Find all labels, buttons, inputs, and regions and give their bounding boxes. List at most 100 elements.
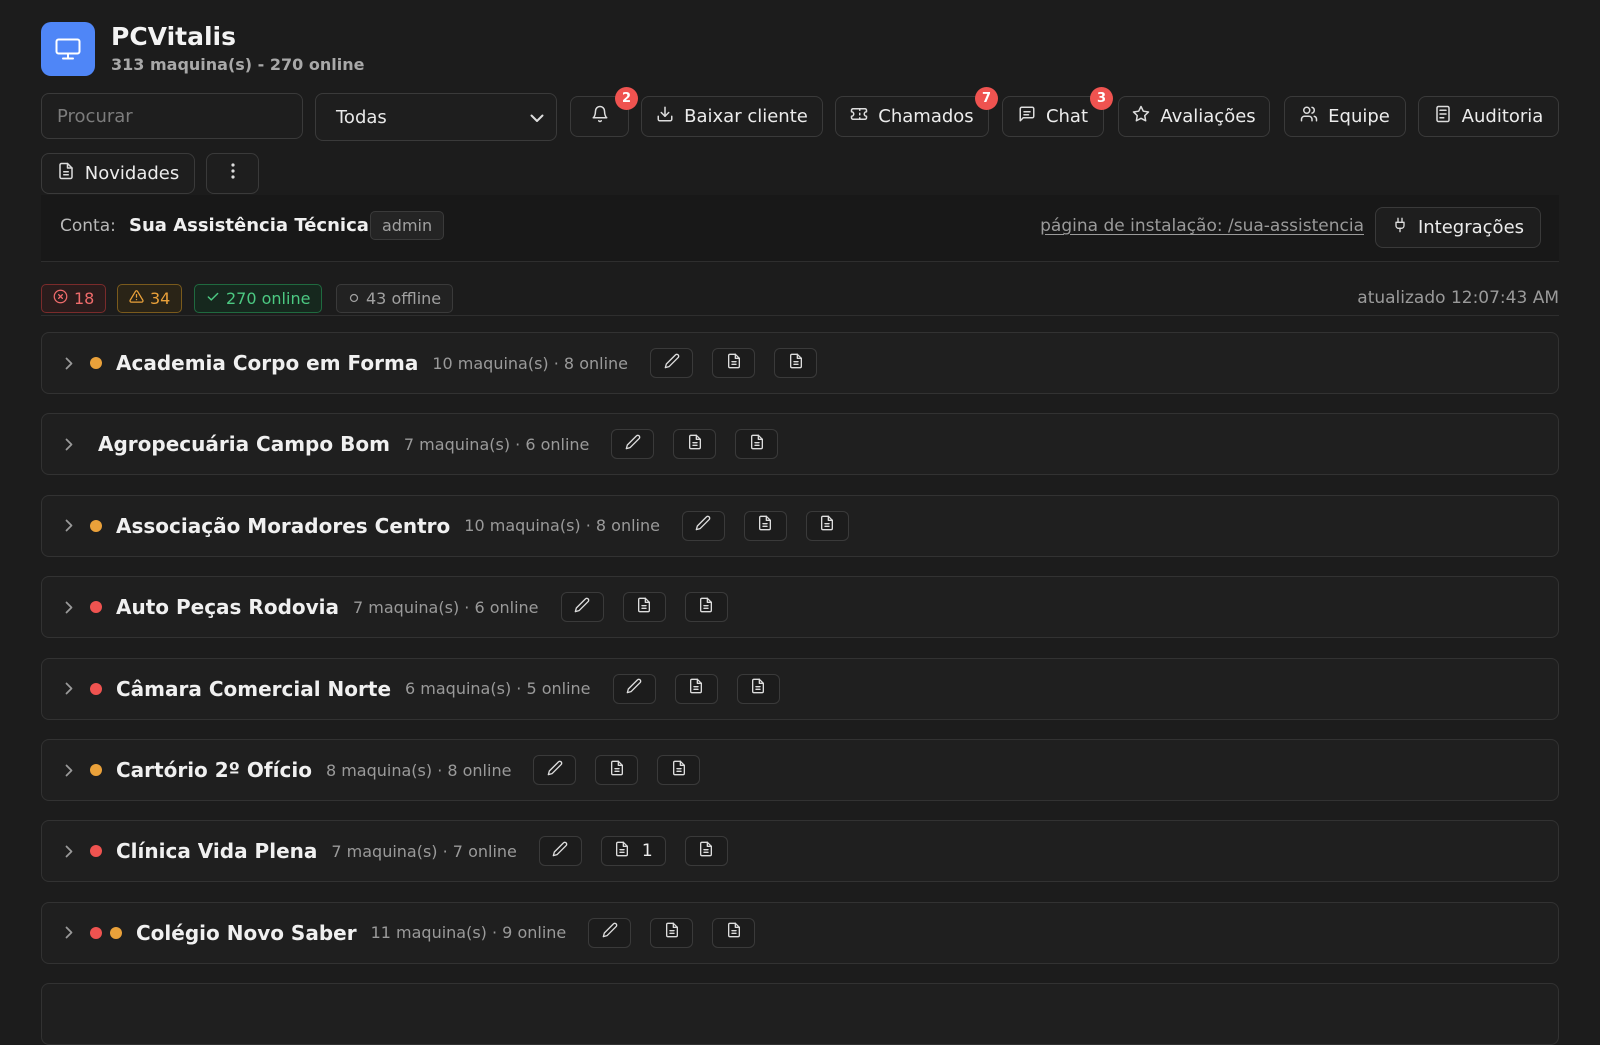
pencil-icon [664, 353, 680, 374]
team-label: Equipe [1328, 106, 1390, 127]
edit-group-button[interactable] [538, 836, 582, 867]
filter-select[interactable]: Todas [315, 93, 557, 141]
group-report-button[interactable] [622, 592, 666, 623]
chevron-right-icon[interactable] [62, 438, 76, 451]
more-vertical-icon [230, 162, 236, 185]
edit-group-button[interactable] [560, 592, 604, 623]
toolbar-secondary: Novidades [41, 153, 1559, 195]
notifications-button[interactable]: 2 [570, 87, 638, 137]
client-group-row[interactable]: Colégio Novo Saber 11 maquina(s) · 9 onli… [41, 901, 1559, 964]
tickets-label: Chamados [878, 106, 974, 127]
edit-group-button[interactable] [681, 510, 725, 541]
group-notes-button[interactable] [805, 510, 849, 541]
account-bar: Conta: Sua Assistência Técnica admin pág… [41, 195, 1559, 262]
group-notes-button[interactable] [735, 429, 779, 460]
error-count: 18 [74, 289, 95, 308]
client-group-row[interactable]: Academia Corpo em Forma 10 maquina(s) · 8… [41, 332, 1559, 394]
last-updated: atualizado 12:07:43 AM [1357, 288, 1559, 308]
app-title: PCVitalis [111, 22, 236, 51]
chevron-right-icon[interactable] [62, 682, 76, 695]
file-text-icon [671, 760, 687, 781]
news-button[interactable]: Novidades [41, 153, 195, 194]
chevron-right-icon[interactable] [62, 357, 76, 370]
group-report-button[interactable] [595, 755, 639, 785]
client-group-machine-count: 7 maquina(s) · 6 online [353, 597, 539, 617]
chevron-right-icon[interactable] [62, 601, 76, 614]
warning-triangle-icon [129, 289, 144, 308]
x-circle-icon [53, 289, 68, 308]
download-client-label: Baixar cliente [684, 106, 808, 127]
client-group-name: Colégio Novo Saber [136, 920, 357, 945]
client-group-machine-count: 8 maquina(s) · 8 online [325, 760, 512, 780]
group-report-button[interactable] [743, 510, 787, 541]
online-count-filter[interactable]: 270 online [194, 284, 323, 313]
group-notes-button[interactable] [774, 348, 817, 378]
audit-button[interactable]: Auditoria [1418, 96, 1559, 137]
file-text-icon [757, 515, 773, 536]
search-input[interactable] [41, 93, 303, 139]
circle-icon [348, 289, 360, 308]
edit-group-button[interactable] [533, 755, 577, 785]
group-notes-button[interactable] [736, 673, 780, 704]
install-page-link[interactable]: página de instalação: /sua-assistencia [1040, 216, 1364, 236]
warning-status-dot [110, 926, 122, 939]
chevron-right-icon[interactable] [62, 519, 76, 532]
group-notes-button[interactable] [657, 755, 701, 785]
chevron-right-icon[interactable] [62, 845, 76, 858]
client-group-row[interactable]: Câmara Comercial Norte 6 maquina(s) · 5 o… [41, 657, 1559, 720]
client-group-row[interactable]: Cartório 2º Ofício 8 maquina(s) · 8 onlin… [41, 739, 1559, 801]
client-group-row[interactable]: Clínica Vida Plena 7 maquina(s) · 7 onlin… [41, 820, 1559, 883]
group-notes-button[interactable] [712, 917, 756, 948]
pencil-icon [574, 597, 590, 618]
edit-group-button[interactable] [612, 673, 656, 704]
group-report-button[interactable] [674, 673, 718, 704]
file-text-icon [664, 922, 680, 943]
error-status-dot [90, 926, 102, 939]
client-group-machine-count: 10 maquina(s) · 8 online [464, 516, 660, 536]
group-report-button[interactable]: 1 [600, 836, 666, 867]
edit-group-button[interactable] [611, 429, 655, 460]
client-group-row[interactable] [41, 983, 1559, 1045]
client-group-name: Associação Moradores Centro [116, 513, 451, 538]
client-group-row[interactable]: Agropecuária Campo Bom 7 maquina(s) · 6 o… [41, 413, 1559, 476]
error-status-dot [90, 682, 102, 695]
more-options-button[interactable] [206, 153, 259, 194]
warning-count-filter[interactable]: 34 [117, 284, 183, 313]
warning-status-dot [90, 519, 102, 532]
file-text-icon [819, 515, 835, 536]
integrations-button[interactable]: Integrações [1375, 207, 1541, 248]
file-text-icon [688, 678, 704, 699]
error-count-filter[interactable]: 18 [41, 284, 107, 313]
chat-icon [1018, 105, 1036, 128]
app-header: PCVitalis 313 maquina(s) - 270 online [41, 22, 364, 76]
group-report-button[interactable] [673, 429, 717, 460]
file-text-icon [614, 841, 630, 862]
status-summary: 18 34 270 online 43 offline atualizado 1… [41, 284, 1559, 316]
client-group-row[interactable]: Auto Peças Rodovia 7 maquina(s) · 6 onlin… [41, 576, 1559, 639]
file-text-icon [750, 678, 766, 699]
audit-label: Auditoria [1461, 106, 1544, 127]
edit-group-button[interactable] [588, 917, 632, 948]
offline-count-filter[interactable]: 43 offline [336, 284, 454, 313]
edit-group-button[interactable] [650, 348, 693, 378]
users-icon [1300, 105, 1318, 128]
team-button[interactable]: Equipe [1284, 96, 1406, 137]
client-group-name: Auto Peças Rodovia [116, 595, 340, 620]
chevron-right-icon[interactable] [62, 764, 76, 777]
app-subtitle: 313 maquina(s) - 270 online [111, 55, 365, 74]
bell-icon [591, 105, 609, 128]
reviews-button[interactable]: Avaliações [1118, 96, 1270, 137]
chat-button[interactable]: Chat 3 [1002, 87, 1113, 137]
download-client-button[interactable]: Baixar cliente [641, 96, 823, 137]
group-report-button[interactable] [712, 348, 755, 378]
chat-badge: 3 [1090, 87, 1113, 110]
pencil-icon [695, 515, 711, 536]
group-report-button[interactable] [650, 917, 694, 948]
warning-status-dot [90, 357, 102, 369]
group-notes-button[interactable] [684, 592, 728, 623]
pencil-icon [626, 678, 642, 699]
client-group-row[interactable]: Associação Moradores Centro 10 maquina(s)… [41, 494, 1559, 557]
group-notes-button[interactable] [684, 836, 728, 867]
chevron-right-icon[interactable] [62, 926, 76, 939]
tickets-button[interactable]: Chamados 7 [835, 87, 998, 137]
